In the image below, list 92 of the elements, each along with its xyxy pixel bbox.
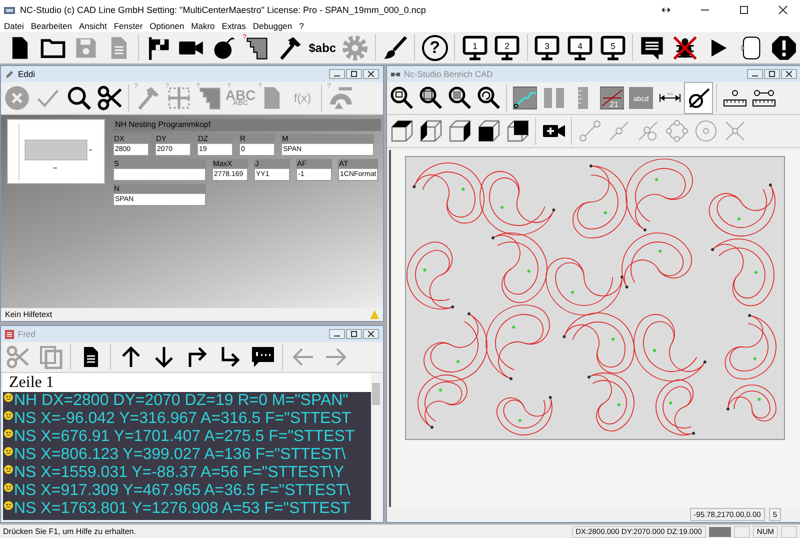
window-title: Eddi: [18, 69, 36, 79]
cube-right-face-icon: [448, 119, 472, 143]
code-line: NH DX=2800 DY=2070 DZ=19 R=0 M="SPAN": [14, 392, 348, 410]
menu-item[interactable]: ?: [299, 21, 304, 31]
comment-icon: [250, 345, 274, 369]
arc-tool-icon: [328, 85, 354, 111]
zoom-fill-icon: [448, 86, 472, 110]
help-text: Kein Hilfetext: [5, 310, 52, 319]
smiley-icon: [4, 501, 13, 510]
x-circle-icon: [4, 85, 30, 111]
stepped-profile-icon: [244, 34, 270, 60]
cad-canvas[interactable]: [389, 150, 799, 507]
maximize-icon: [351, 331, 357, 337]
intersection-snap-icon: [722, 119, 746, 143]
smiley-icon: [4, 465, 13, 474]
code-line: NS X=676.91 Y=1701.407 A=275.5 F="STTEST: [14, 428, 355, 446]
menu-item[interactable]: Ansicht: [78, 21, 107, 31]
align-blocks-icon: [542, 86, 566, 110]
line-indicator: Zeile 1: [3, 373, 371, 392]
cube-front-face-icon: [476, 119, 500, 143]
close-button[interactable]: [781, 69, 797, 79]
cube-top-face-icon: [390, 119, 414, 143]
code-line: NS X=1763.801 Y=1276.908 A=53 F="STTEST: [14, 500, 350, 518]
close-icon: [368, 71, 374, 77]
search-icon: [66, 85, 92, 111]
program-icon: [5, 330, 14, 338]
minimize-button[interactable]: [747, 69, 763, 79]
close-icon: [368, 331, 374, 337]
code-line: NS X=1559.031 Y=-88.37 A=56 F="STTEST\Y: [14, 464, 344, 482]
polyline-icon: [512, 86, 536, 110]
circle-and-line-icon: [686, 86, 710, 110]
minimize-button[interactable]: [329, 329, 345, 339]
crossed-out-bug-icon: [672, 34, 698, 60]
menu-item[interactable]: Optionen: [150, 21, 184, 31]
gear-icon: [342, 34, 368, 60]
code-line: NS X=806.123 Y=399.027 A=136 F="STTEST\: [14, 446, 346, 464]
smiley-icon: [4, 483, 13, 492]
status-indicator: [708, 526, 731, 536]
center-snap-icon: [694, 119, 718, 143]
menu-item[interactable]: Debuggen: [252, 21, 292, 31]
maximize-icon: [769, 71, 775, 77]
menu-item[interactable]: Makro: [191, 21, 215, 31]
window-title: Fred: [18, 329, 36, 339]
code-line: NS X=-96.042 Y=316.967 A=316.5 F="STTEST: [14, 410, 352, 428]
warning-icon: [370, 310, 379, 319]
window-title: NC-Studio (c) CAD Line GmbH Setting: "MultiCenterMaestro" License: Pro - SPAN_19mm_000_0.ncp: [20, 5, 427, 15]
maximize-button[interactable]: [346, 329, 362, 339]
paint-brush-icon: [382, 34, 408, 60]
endpoint-snap-icon: [578, 119, 602, 143]
maximize-icon: [351, 71, 357, 77]
close-icon: [786, 71, 792, 77]
window-title: Nc-Studio Bereich CAD: [404, 69, 494, 79]
speech-bubble-icon: [639, 34, 666, 60]
zoom-page-icon: [418, 86, 442, 110]
status-text: Drücken Sie F1, um Hilfe zu erhalten.: [3, 527, 137, 536]
menu-item[interactable]: Fenster: [114, 21, 143, 31]
zoom-rectangle-icon: [390, 86, 414, 110]
stepped-profile-icon: [196, 85, 222, 111]
close-button[interactable]: [363, 329, 379, 339]
dotted-cross-icon: [166, 85, 192, 111]
minimize-button[interactable]: [329, 69, 345, 79]
maximize-button[interactable]: [764, 69, 780, 79]
input-field[interactable]: [113, 168, 206, 181]
smiley-icon: [4, 447, 13, 456]
pencil-icon: [5, 70, 14, 78]
scissors-icon: [6, 345, 30, 369]
code-line: NS X=917.309 Y=467.965 A=36.5 F="STTEST\: [14, 482, 350, 500]
resize-icon: [661, 5, 671, 15]
smiley-icon: [4, 429, 13, 438]
maximize-icon: [739, 5, 749, 15]
maximize-button[interactable]: [346, 69, 362, 79]
angle-tool-icon: 21: [600, 86, 624, 110]
form-heading: NH Nesting Programmkopf: [113, 119, 381, 131]
close-button[interactable]: [363, 69, 379, 79]
scissors-icon: [96, 85, 122, 111]
menu-item[interactable]: Datei: [4, 21, 24, 31]
zoom-back-icon: [476, 86, 500, 110]
quadrant-snap-icon: [664, 119, 688, 143]
smiley-icon: [4, 393, 13, 402]
app-icon: [4, 6, 15, 14]
smiley-icon: [4, 411, 13, 420]
glasses-icon: [391, 70, 400, 78]
scrollbar[interactable]: [371, 373, 381, 520]
circle-and-line-button[interactable]: [684, 82, 713, 114]
copy-icon: [38, 345, 62, 369]
menu-item[interactable]: Extras: [222, 21, 246, 31]
menu-item[interactable]: Bearbeiten: [30, 21, 72, 31]
text-tool-button[interactable]: $abc: [306, 32, 339, 62]
exclamation-octagon-icon: [770, 34, 797, 60]
close-icon: [778, 5, 788, 15]
cube-left-face-icon: [418, 119, 442, 143]
cube-back-face-icon: [506, 119, 530, 143]
